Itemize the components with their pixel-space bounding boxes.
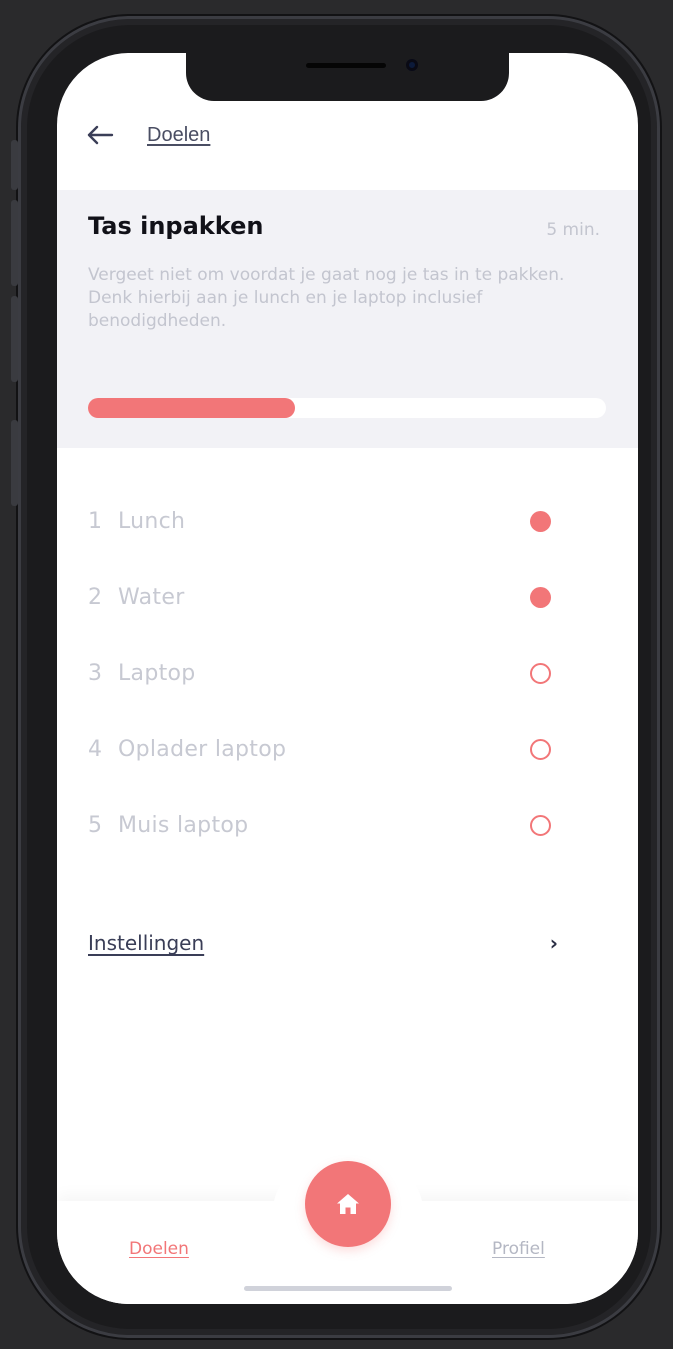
home-button[interactable] (305, 1161, 391, 1247)
tab-profiel[interactable]: Profiel (492, 1239, 545, 1259)
item-number: 4 (88, 736, 102, 762)
checklist-item[interactable]: 3 Laptop (57, 635, 638, 711)
item-number: 1 (88, 508, 102, 534)
arrow-left-icon[interactable] (85, 123, 115, 147)
task-description: Vergeet niet om voordat je gaat nog je t… (88, 265, 565, 331)
side-button (11, 420, 18, 506)
checklist-item[interactable]: 4 Oplader laptop (57, 711, 638, 787)
task-title: Tas inpakken (88, 212, 264, 240)
checklist-item[interactable]: 5 Muis laptop (57, 787, 638, 863)
home-icon (337, 1194, 359, 1214)
checkbox-dot[interactable] (530, 586, 551, 608)
chevron-right-icon: › (549, 931, 558, 955)
checkbox-dot[interactable] (530, 510, 551, 532)
back-link-doelen[interactable]: Doelen (147, 124, 210, 147)
checkbox-dot[interactable] (530, 738, 551, 760)
item-label: Water (118, 584, 185, 610)
tab-doelen[interactable]: Doelen (129, 1239, 189, 1259)
item-label: Muis laptop (118, 812, 249, 838)
notch (186, 53, 509, 101)
checklist-item[interactable]: 1 Lunch (57, 483, 638, 559)
checklist: 1 Lunch 2 Water 3 Laptop 4 Oplader lapto… (57, 483, 638, 863)
mute-switch (11, 140, 18, 190)
item-label: Lunch (118, 508, 186, 534)
checkbox-dot[interactable] (530, 814, 551, 836)
item-number: 3 (88, 660, 102, 686)
volume-down-button (11, 296, 18, 382)
speaker (306, 63, 386, 68)
checklist-item[interactable]: 2 Water (57, 559, 638, 635)
checkbox-dot[interactable] (530, 662, 551, 684)
settings-link[interactable]: Instellingen (88, 931, 204, 955)
task-card: Tas inpakken 5 min. Vergeet niet om voor… (57, 190, 638, 448)
item-number: 5 (88, 812, 102, 838)
item-label: Laptop (118, 660, 196, 686)
progress-fill (88, 398, 296, 418)
home-indicator (244, 1286, 452, 1291)
camera-icon (406, 59, 418, 71)
item-number: 2 (88, 584, 102, 610)
phone-screen: Doelen Tas inpakken 5 min. Vergeet niet … (57, 53, 638, 1304)
settings-row[interactable]: Instellingen › (88, 931, 558, 955)
top-nav: Doelen (85, 123, 210, 147)
progress-bar (88, 398, 606, 418)
item-label: Oplader laptop (118, 736, 287, 762)
task-duration: 5 min. (546, 220, 600, 240)
volume-up-button (11, 200, 18, 286)
